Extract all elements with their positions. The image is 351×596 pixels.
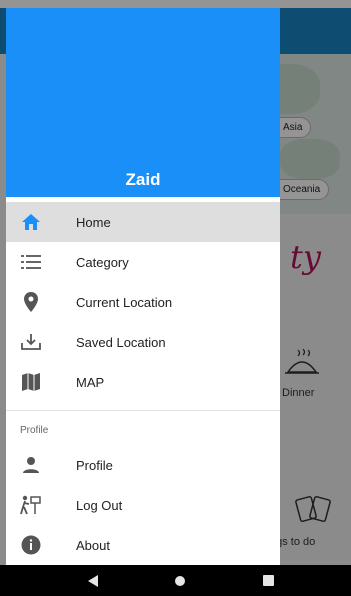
menu-label-current-location: Current Location xyxy=(76,294,173,310)
menu-label-map: MAP xyxy=(76,374,105,390)
menu-label-saved-location: Saved Location xyxy=(76,334,166,350)
recents-icon[interactable] xyxy=(263,575,274,586)
home-icon xyxy=(20,211,42,233)
menu-item-map[interactable]: MAP xyxy=(6,362,280,402)
menu-label-profile: Profile xyxy=(76,457,113,473)
user-name: Zaid xyxy=(125,170,161,189)
menu-label-home: Home xyxy=(76,214,111,230)
menu-item-log-out[interactable]: Log Out xyxy=(6,485,280,525)
location-pin-icon xyxy=(20,291,42,313)
section-title-profile: Profile xyxy=(20,425,49,436)
menu-item-home[interactable]: Home xyxy=(6,202,280,242)
info-icon xyxy=(20,534,42,556)
map-icon xyxy=(20,371,42,393)
drawer-header: Zaid xyxy=(6,8,280,197)
menu-item-current-location[interactable]: Current Location xyxy=(6,282,280,322)
home-button-icon[interactable] xyxy=(175,576,185,586)
menu-label-log-out: Log Out xyxy=(76,497,123,513)
system-nav-bar xyxy=(0,565,351,596)
list-icon xyxy=(20,251,42,273)
back-icon[interactable] xyxy=(88,575,98,587)
menu-item-about[interactable]: About xyxy=(6,525,280,565)
navigation-drawer: Zaid Home Category Current Location Save… xyxy=(6,8,280,565)
menu-item-saved-location[interactable]: Saved Location xyxy=(6,322,280,362)
download-icon xyxy=(20,331,42,353)
menu-item-profile[interactable]: Profile xyxy=(6,445,280,485)
menu-label-about: About xyxy=(76,537,110,553)
menu-item-category[interactable]: Category xyxy=(6,242,280,282)
logout-icon xyxy=(20,494,42,516)
person-icon xyxy=(20,454,42,476)
menu-label-category: Category xyxy=(76,254,129,270)
